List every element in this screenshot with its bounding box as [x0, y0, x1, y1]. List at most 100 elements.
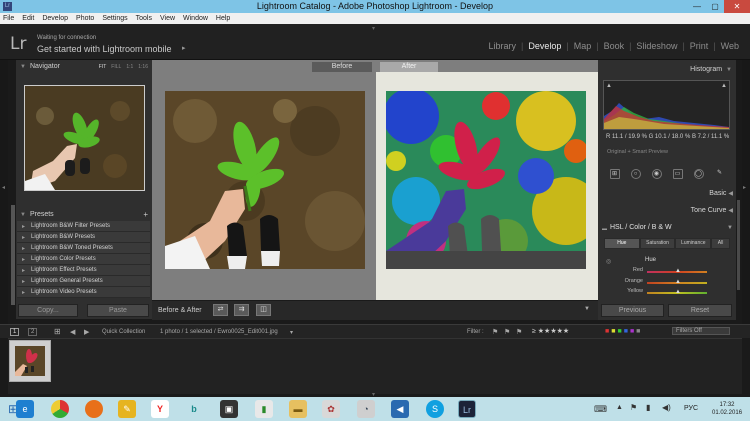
hsl-toggle-icon[interactable]: ▬ — [602, 226, 607, 232]
preset-folder[interactable]: Lightroom General Presets — [17, 276, 150, 287]
preset-folder[interactable]: Lightroom Video Presets — [17, 287, 150, 298]
module-book[interactable]: Book — [599, 41, 630, 51]
after-photo[interactable] — [386, 91, 586, 269]
flag-filter-icon[interactable]: ⚑ — [516, 328, 522, 336]
second-window-icon[interactable]: 2 — [28, 328, 38, 336]
slider-yellow[interactable]: Yellow ▲ — [606, 288, 730, 298]
firefox-icon[interactable] — [85, 400, 103, 418]
menu-help[interactable]: Help — [216, 15, 230, 22]
basic-collapse-icon[interactable]: ◀ — [728, 191, 733, 197]
add-preset-icon[interactable]: + — [143, 210, 148, 219]
preset-folder[interactable]: Lightroom Color Presets — [17, 254, 150, 265]
mobile-promo[interactable]: Get started with Lightroom mobile — [37, 44, 172, 54]
swap-before-after-icon[interactable]: ⇄ — [213, 304, 228, 316]
module-slideshow[interactable]: Slideshow — [631, 41, 682, 51]
folder-icon[interactable]: ▬ — [289, 400, 307, 418]
minimize-icon[interactable]: — — [688, 0, 706, 13]
filename-dropdown-icon[interactable]: ▾ — [290, 329, 293, 336]
slider-thumb-icon[interactable]: ▲ — [675, 268, 681, 274]
hsl-collapse-icon[interactable]: ▼ — [727, 225, 733, 231]
copy-button[interactable]: Copy... — [18, 304, 78, 317]
highlight-clipping-icon[interactable]: ▲ — [721, 83, 727, 89]
toolbar-menu-icon[interactable]: ▼ — [584, 306, 590, 312]
crop-icon[interactable]: ⊞ — [609, 168, 620, 179]
menu-edit[interactable]: Edit — [22, 15, 34, 22]
module-print[interactable]: Print — [685, 41, 714, 51]
back-arrow-icon[interactable]: ◀ — [70, 328, 75, 336]
filters-dropdown[interactable]: Filters Off — [672, 327, 730, 335]
menu-settings[interactable]: Settings — [102, 15, 127, 22]
tab-hue[interactable]: Hue — [604, 238, 640, 249]
menu-photo[interactable]: Photo — [76, 15, 94, 22]
panel-tone-curve[interactable]: Tone Curve ◀ — [691, 207, 733, 214]
forward-arrow-icon[interactable]: ▶ — [84, 328, 89, 336]
color-label-filter-icon[interactable]: ■■■■■■ — [605, 328, 642, 335]
preset-folder[interactable]: Lightroom B&W Filter Presets — [17, 221, 150, 232]
menu-window[interactable]: Window — [183, 15, 208, 22]
shadow-clipping-icon[interactable]: ▲ — [606, 83, 612, 89]
navigator-header[interactable]: ▼ Navigator FIT FILL 1:1 1:16 — [16, 60, 152, 73]
slider-track[interactable]: ▲ — [647, 268, 707, 274]
slider-thumb-icon[interactable]: ▲ — [675, 279, 681, 285]
right-scrollbar[interactable] — [737, 200, 740, 290]
module-map[interactable]: Map — [569, 41, 597, 51]
right-panel-toggle-icon[interactable]: ▸ — [743, 184, 746, 191]
network-icon[interactable]: ▮ — [646, 403, 650, 412]
selection-info[interactable]: 1 photo / 1 selected / Ewro0025_Edit001.… — [160, 329, 278, 335]
zoom-fit[interactable]: FIT — [99, 64, 107, 70]
target-adjust-icon[interactable]: ◎ — [606, 258, 611, 265]
navigator-collapse-icon[interactable]: ▼ — [20, 64, 26, 70]
slider-track[interactable]: ▲ — [647, 289, 707, 295]
close-icon[interactable]: ✕ — [724, 0, 750, 13]
module-web[interactable]: Web — [716, 41, 744, 51]
histogram-header[interactable]: Histogram ▼ — [598, 63, 736, 76]
copy-settings-icon[interactable]: ⇉ — [234, 304, 249, 316]
histogram-collapse-icon[interactable]: ▼ — [726, 67, 732, 73]
navigator-preview[interactable] — [24, 85, 145, 191]
spot-removal-icon[interactable]: ○ — [630, 168, 641, 179]
menu-view[interactable]: View — [160, 15, 175, 22]
flag-icon[interactable]: ⚑ — [630, 403, 637, 412]
zoom-fill[interactable]: FILL — [111, 64, 121, 70]
paint-alt-icon[interactable]: ◔ — [357, 400, 375, 418]
panel-basic[interactable]: Basic ◀ — [709, 190, 733, 197]
tab-luminance[interactable]: Luminance — [675, 238, 712, 249]
ie-icon[interactable]: e — [16, 400, 34, 418]
preset-folder[interactable]: Lightroom B&W Presets — [17, 232, 150, 243]
top-panel-toggle-icon[interactable]: ▾ — [372, 25, 375, 32]
tab-all[interactable]: All — [711, 238, 731, 249]
language-indicator[interactable]: РУС — [684, 405, 698, 412]
menu-develop[interactable]: Develop — [42, 15, 68, 22]
tab-saturation[interactable]: Saturation — [639, 238, 676, 249]
lightroom-icon[interactable]: Lr — [458, 400, 476, 418]
paint-icon[interactable]: ✎ — [118, 400, 136, 418]
flag-filter-icon[interactable]: ⚑ — [504, 328, 510, 336]
promo-arrow-icon[interactable]: ▸ — [182, 44, 186, 52]
paste-button[interactable]: Paste — [87, 304, 149, 317]
histogram[interactable]: ▲ ▲ — [603, 80, 730, 130]
left-scrollbar[interactable] — [11, 205, 15, 305]
zoom-1-1[interactable]: 1:1 — [126, 64, 133, 70]
grid-view-icon[interactable]: ⊞ — [54, 327, 61, 336]
reset-button[interactable]: Reset — [668, 304, 732, 317]
skype-icon[interactable]: S — [426, 400, 444, 418]
source-label[interactable]: Quick Collection — [102, 329, 145, 335]
app-icon[interactable]: ▣ — [220, 400, 238, 418]
radial-filter-icon[interactable]: ◯ — [693, 168, 704, 179]
compare-icon[interactable]: ◫ — [256, 304, 271, 316]
tone-curve-collapse-icon[interactable]: ◀ — [728, 208, 733, 214]
slider-orange[interactable]: Orange ▲ — [606, 278, 730, 288]
previous-button[interactable]: Previous — [601, 304, 664, 317]
presets-header[interactable]: ▼ Presets + — [16, 208, 152, 221]
red-eye-icon[interactable]: ◉ — [651, 168, 662, 179]
maximize-icon[interactable]: ▢ — [706, 0, 724, 13]
app-menu-icon[interactable]: Lr — [3, 2, 12, 11]
flag-filter-icon[interactable]: ⚑ — [492, 328, 498, 336]
star-rating-filter-icon[interactable]: ≥ ★★★★★ — [532, 327, 569, 335]
speaker-icon[interactable]: ◀) — [662, 403, 671, 412]
before-photo[interactable] — [165, 91, 365, 269]
volume-icon[interactable]: ◀ — [391, 400, 409, 418]
module-library[interactable]: Library — [483, 41, 521, 51]
slider-thumb-icon[interactable]: ▲ — [675, 289, 681, 295]
brush-icon[interactable]: ✎ — [715, 169, 725, 179]
